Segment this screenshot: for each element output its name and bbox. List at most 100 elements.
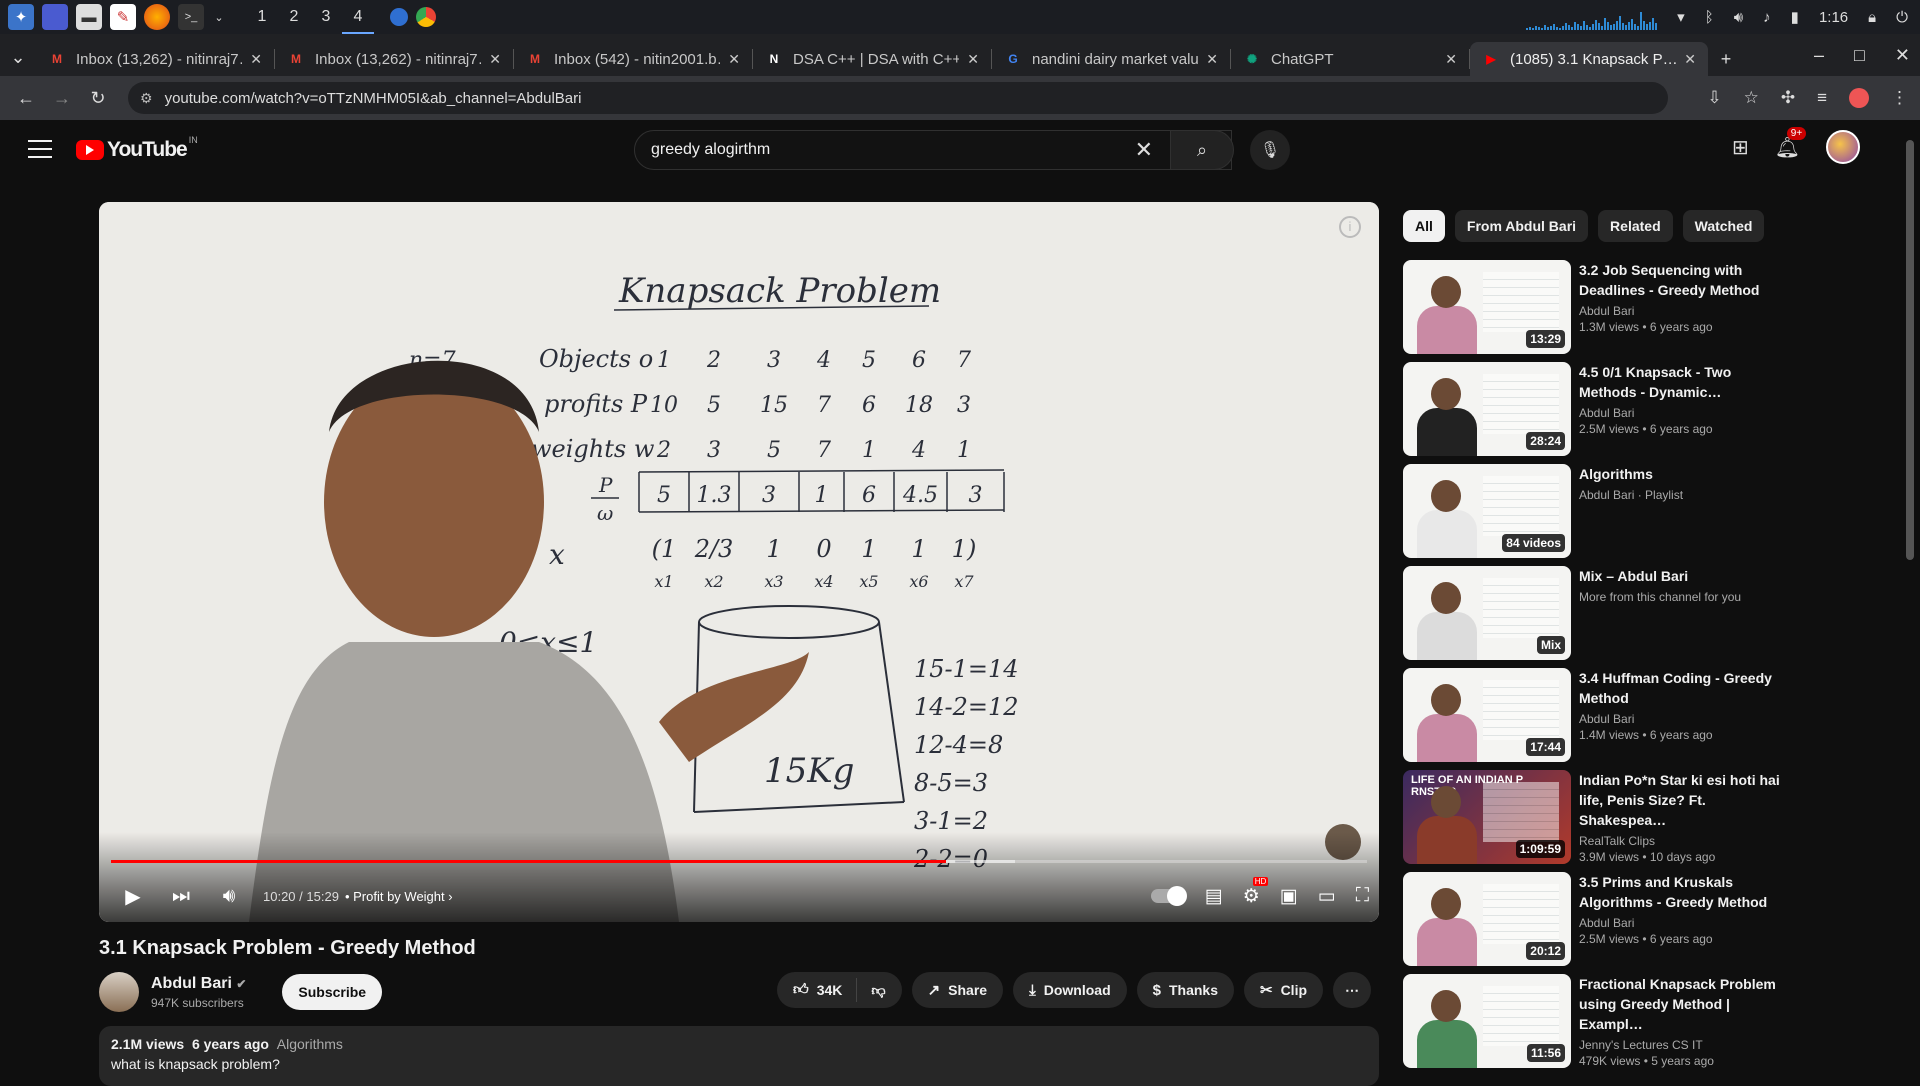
download-button[interactable]: ⤓ Download	[1013, 972, 1127, 1008]
recommendation-item[interactable]: 13:29 3.2 Job Sequencing with Deadlines -…	[1403, 260, 1783, 362]
workspace-2[interactable]: 2	[278, 0, 310, 34]
browser-tab[interactable]: Gnandini dairy market valu… ✕	[992, 42, 1230, 76]
recommendation-channel[interactable]: Abdul Bari · Playlist	[1579, 488, 1683, 502]
filter-chip[interactable]: All	[1403, 210, 1445, 242]
battery-icon[interactable]: ▮	[1791, 8, 1799, 26]
minimize-icon[interactable]: –	[1814, 45, 1824, 66]
recommendation-title[interactable]: 4.5 0/1 Knapsack - Two Methods - Dynamic…	[1579, 362, 1783, 402]
new-tab-button[interactable]: +	[1708, 49, 1744, 70]
workspace-3[interactable]: 3	[310, 0, 342, 34]
recommendation-item[interactable]: 28:24 4.5 0/1 Knapsack - Two Methods - Dy…	[1403, 362, 1783, 464]
recommendation-title[interactable]: Mix – Abdul Bari	[1579, 566, 1741, 586]
next-icon[interactable]: ⏭	[157, 885, 205, 908]
filter-chip[interactable]: Related	[1598, 210, 1673, 242]
recommendation-channel[interactable]: Abdul Bari	[1579, 916, 1783, 930]
progress-bar[interactable]	[111, 860, 1367, 863]
workspace-1[interactable]: 1	[246, 0, 278, 34]
volume-icon[interactable]: 🔊︎	[205, 885, 253, 908]
recommendation-channel[interactable]: Abdul Bari	[1579, 712, 1783, 726]
tab-close-icon[interactable]: ✕	[728, 51, 740, 68]
recommendation-title[interactable]: 3.4 Huffman Coding - Greedy Method	[1579, 668, 1783, 708]
recommendation-channel[interactable]: Abdul Bari	[1579, 406, 1783, 420]
bluetooth-icon[interactable]: ᛒ	[1705, 9, 1714, 26]
tab-close-icon[interactable]: ✕	[1684, 51, 1696, 68]
more-actions-button[interactable]: ⋯	[1333, 972, 1372, 1008]
recommendation-thumbnail[interactable]: 84 videos	[1403, 464, 1571, 558]
voice-search-button[interactable]: 🎙︎	[1250, 130, 1290, 170]
miniplayer-icon[interactable]: ▣	[1280, 885, 1298, 908]
recommendation-thumbnail[interactable]: LIFE OF AN INDIAN P RNSTAR1:09:59	[1403, 770, 1571, 864]
page-scrollbar[interactable]	[1906, 140, 1914, 560]
fullscreen-icon[interactable]: ⛶	[1356, 885, 1369, 907]
recommendation-item[interactable]: Mix Mix – Abdul Bari More from this channe…	[1403, 566, 1783, 668]
search-button[interactable]: ⌕	[1170, 130, 1234, 170]
wifi-icon[interactable]: ▾	[1677, 8, 1685, 26]
recommendation-item[interactable]: 11:56 Fractional Knapsack Problem using G…	[1403, 974, 1783, 1076]
info-icon[interactable]: i	[1339, 216, 1361, 238]
recommendation-thumbnail[interactable]: 20:12	[1403, 872, 1571, 966]
browser-tab[interactable]: ▶ (1085) 3.1 Knapsack P… ✕	[1470, 42, 1708, 76]
lock-icon[interactable]: 🔒︎	[1868, 9, 1876, 26]
play-icon[interactable]: ▶	[109, 884, 157, 909]
tab-search-icon[interactable]: ⌄	[0, 47, 36, 68]
browser-tab[interactable]: M Inbox (13,262) - nitinraj7… ✕	[36, 42, 274, 76]
recommendation-title[interactable]: Fractional Knapsack Problem using Greedy…	[1579, 974, 1783, 1034]
clear-search-icon[interactable]: ✕	[1135, 137, 1153, 163]
firefox-icon[interactable]	[144, 4, 170, 30]
site-info-icon[interactable]: ⚙	[140, 90, 153, 107]
chevron-down-icon[interactable]: ⌄	[212, 4, 226, 30]
maximize-icon[interactable]: □	[1854, 45, 1865, 66]
install-app-icon[interactable]: ⇩	[1707, 88, 1721, 108]
back-icon[interactable]: ←	[8, 88, 44, 109]
terminal-icon[interactable]: >_	[178, 4, 204, 30]
create-video-icon[interactable]: ⊞	[1732, 135, 1749, 160]
theater-mode-icon[interactable]: ▭	[1318, 885, 1336, 908]
thumbs-up-icon[interactable]: 👍︎	[793, 981, 809, 999]
channel-avatar[interactable]	[99, 972, 139, 1012]
recommendation-channel[interactable]: Jenny's Lectures CS IT	[1579, 1038, 1783, 1052]
settings-gear-icon[interactable]: ⚙ HD	[1243, 876, 1269, 908]
clock[interactable]: 1:16	[1819, 9, 1848, 26]
menu-icon[interactable]	[28, 140, 52, 158]
recommendation-channel[interactable]: RealTalk Clips	[1579, 834, 1783, 848]
description-box[interactable]: 2.1M views 6 years ago Algorithms what i…	[99, 1026, 1379, 1086]
recommendation-thumbnail[interactable]: 17:44	[1403, 668, 1571, 762]
app-icon[interactable]	[390, 8, 408, 26]
power-icon[interactable]: ⏻	[1896, 9, 1908, 26]
autoplay-toggle[interactable]	[1150, 886, 1187, 906]
text-editor-icon[interactable]: ✎	[110, 4, 136, 30]
media-controls-icon[interactable]: ≡	[1817, 88, 1827, 108]
recommendation-title[interactable]: Algorithms	[1579, 464, 1683, 484]
recommendation-item[interactable]: 20:12 3.5 Prims and Kruskals Algorithms -…	[1403, 872, 1783, 974]
bookmark-star-icon[interactable]: ☆	[1744, 88, 1759, 108]
subscribe-button[interactable]: Subscribe	[282, 974, 383, 1010]
youtube-logo[interactable]: YouTube IN	[76, 135, 198, 162]
recommendation-channel[interactable]: More from this channel for you	[1579, 590, 1741, 604]
browser-tab[interactable]: ✺ ChatGPT ✕	[1231, 42, 1469, 76]
channel-name-text[interactable]: Abdul Bari	[151, 975, 232, 992]
recommendation-title[interactable]: 3.2 Job Sequencing with Deadlines - Gree…	[1579, 260, 1783, 300]
tab-close-icon[interactable]: ✕	[489, 51, 501, 68]
workspace-4[interactable]: 4	[342, 0, 374, 34]
filter-chip[interactable]: Watched	[1682, 210, 1765, 242]
channel-name[interactable]: Abdul Bari ✔	[151, 975, 246, 993]
recommendation-item[interactable]: 17:44 3.4 Huffman Coding - Greedy Method A…	[1403, 668, 1783, 770]
recommendation-item[interactable]: LIFE OF AN INDIAN P RNSTAR1:09:59Indian …	[1403, 770, 1783, 872]
recommendation-item[interactable]: 84 videos Algorithms Abdul Bari · Playlist	[1403, 464, 1783, 566]
tab-close-icon[interactable]: ✕	[250, 51, 262, 68]
account-avatar[interactable]	[1826, 130, 1861, 164]
search-query[interactable]: greedy alogirthm	[651, 141, 770, 159]
thumbs-down-icon[interactable]: 👎︎	[871, 982, 885, 999]
file-manager-icon[interactable]: ▬	[76, 4, 102, 30]
browser-tab[interactable]: N DSA C++ | DSA with C++ | ✕	[753, 42, 991, 76]
filter-chip[interactable]: From Abdul Bari	[1454, 210, 1589, 242]
browser-menu-icon[interactable]: ⋮	[1891, 88, 1908, 108]
chrome-icon[interactable]	[416, 7, 436, 27]
subtitles-icon[interactable]: ▤	[1205, 885, 1223, 908]
thanks-button[interactable]: $ Thanks	[1136, 972, 1234, 1008]
url-text[interactable]: youtube.com/watch?v=oTTzNMHM05I&ab_chann…	[165, 90, 582, 107]
bell-icon[interactable]: ♪	[1763, 9, 1771, 26]
recommendation-title[interactable]: 3.5 Prims and Kruskals Algorithms - Gree…	[1579, 872, 1783, 912]
video-player[interactable]: Knapsack Problem Objects o profits P weight…	[99, 202, 1379, 922]
forward-icon[interactable]: →	[44, 88, 80, 109]
